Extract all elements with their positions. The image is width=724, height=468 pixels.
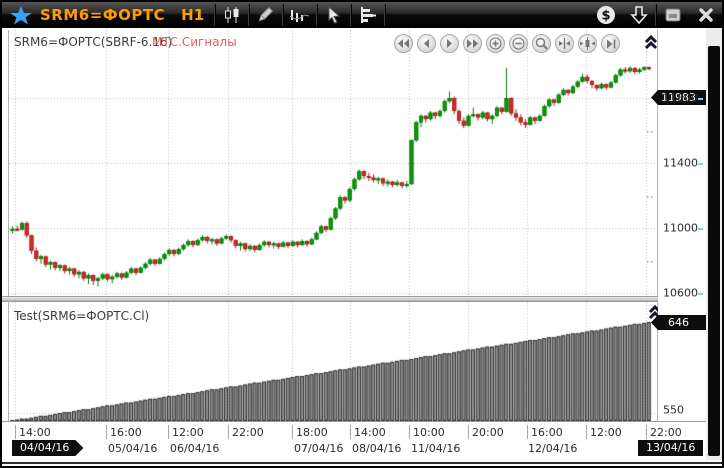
time-axis-separator: [228, 425, 229, 439]
separator: [384, 4, 385, 26]
time-axis-separator: [292, 425, 293, 439]
nav-zoom-in-button[interactable]: [486, 34, 505, 53]
indicator-label: Test(SRM6=ФОРТС.Cl): [14, 309, 149, 323]
time-axis-tick: 14:00: [19, 426, 51, 439]
volume-profile-icon[interactable]: [351, 2, 384, 28]
time-axis-tick: 12:00: [590, 426, 622, 439]
time-axis-tick: 16:00: [110, 426, 142, 439]
time-axis-tick: 14:00: [354, 426, 386, 439]
cursor-icon[interactable]: [317, 2, 350, 28]
window-inner-border: [2, 462, 722, 464]
signal-service-label[interactable]: МТС.Сигналы: [152, 35, 237, 49]
time-axis-separator: [468, 425, 469, 439]
vertical-scrollbar: [706, 28, 722, 460]
price-axis-tick: 11800: [663, 92, 698, 105]
nav-fast-forward-button[interactable]: [463, 34, 482, 53]
minimize-icon[interactable]: [656, 2, 689, 28]
time-axis-separator: [168, 425, 169, 439]
price-axis[interactable]: 11983 646 550 11800114001100010600: [658, 28, 706, 421]
nav-candle-width-button[interactable]: [578, 34, 597, 53]
time-axis-tick: 16:00: [531, 426, 563, 439]
titlebar-symbol: SRM6=ФОРТС: [40, 6, 165, 24]
nav-fast-rewind-button[interactable]: [394, 34, 413, 53]
price-axis-tick: 11400: [663, 157, 698, 170]
time-axis-tick: 20:00: [472, 426, 504, 439]
date-axis-tick: 07/04/16: [294, 442, 343, 455]
date-axis-tick: 11/04/16: [411, 442, 460, 455]
date-axis-tick: 06/04/16: [170, 442, 219, 455]
time-axis-separator: [409, 425, 410, 439]
nav-go-to-end-button[interactable]: [601, 34, 620, 53]
price-axis-tick: 11000: [663, 222, 698, 235]
collapse-pane-icon[interactable]: [643, 34, 659, 51]
axis-marker-tick: [698, 293, 703, 295]
titlebar: SRM6=ФОРТС H1 $: [2, 2, 722, 28]
price-axis-tick: 10600: [663, 287, 698, 300]
instrument-label: SRM6=ФОРТС(SBRF-6.16): [14, 35, 172, 49]
indicator-axis-tick: 550: [663, 404, 684, 417]
indicator-value-badge: 646: [651, 315, 706, 330]
axis-marker-tick: [698, 98, 703, 100]
nav-step-forward-button[interactable]: [440, 34, 459, 53]
titlebar-tools: [215, 2, 385, 28]
time-axis-separator: [527, 425, 528, 439]
titlebar-timeframe: H1: [181, 6, 204, 24]
candlesticks-icon[interactable]: [215, 2, 248, 28]
nav-compress-horizontal-button[interactable]: [555, 34, 574, 53]
download-arrow-icon[interactable]: [622, 2, 655, 28]
candlestick-chart-canvas[interactable]: [9, 30, 657, 295]
time-axis-separator: [15, 425, 16, 439]
pencil-icon[interactable]: [249, 2, 282, 28]
axis-marker-tick: [698, 228, 703, 230]
close-icon[interactable]: [689, 2, 722, 28]
date-badge: 04/04/16: [12, 440, 83, 456]
svg-text:$: $: [601, 9, 610, 24]
chart-window: SRM6=ФОРТС H1 $ SRM6=ФОРТС(SBRF-6.16) МТ…: [0, 0, 724, 468]
date-axis-tick: 12/04/16: [528, 442, 577, 455]
nav-zoom-out-button[interactable]: [509, 34, 528, 53]
plot-left-border: [8, 30, 9, 421]
time-axis-separator: [646, 425, 647, 439]
date-axis-tick: 08/04/16: [352, 442, 401, 455]
bar-chart-style-icon[interactable]: [283, 2, 316, 28]
axis-marker-tick: [698, 163, 703, 165]
time-axis-separator: [106, 425, 107, 439]
time-axis-tick: 18:00: [296, 426, 328, 439]
time-axis-tick: 22:00: [650, 426, 682, 439]
date-axis-tick: 05/04/16: [108, 442, 157, 455]
time-axis-tick: 10:00: [413, 426, 445, 439]
nav-step-back-button[interactable]: [417, 34, 436, 53]
time-axis-separator: [586, 425, 587, 439]
time-axis-separator: [350, 425, 351, 439]
chart-nav-toolbar: [394, 34, 620, 53]
money-circle-icon[interactable]: $: [589, 2, 622, 28]
vertical-scrollbar-thumb[interactable]: [708, 46, 720, 456]
nav-magnifier-button[interactable]: [532, 34, 551, 53]
pane-splitter[interactable]: [2, 296, 658, 302]
time-axis[interactable]: 14:00 16:00 12:00 22:00 18:00 14:00 10:00 20:00…: [2, 422, 706, 460]
time-axis-tick: 12:00: [172, 426, 204, 439]
time-axis-tick: 22:00: [232, 426, 264, 439]
titlebar-window-controls: $: [589, 2, 722, 28]
date-badge: 13/04/16: [638, 440, 703, 456]
star-icon[interactable]: [8, 5, 34, 25]
chart-client-area: SRM6=ФОРТС(SBRF-6.16) МТС.Сигналы Test(S…: [2, 28, 722, 466]
